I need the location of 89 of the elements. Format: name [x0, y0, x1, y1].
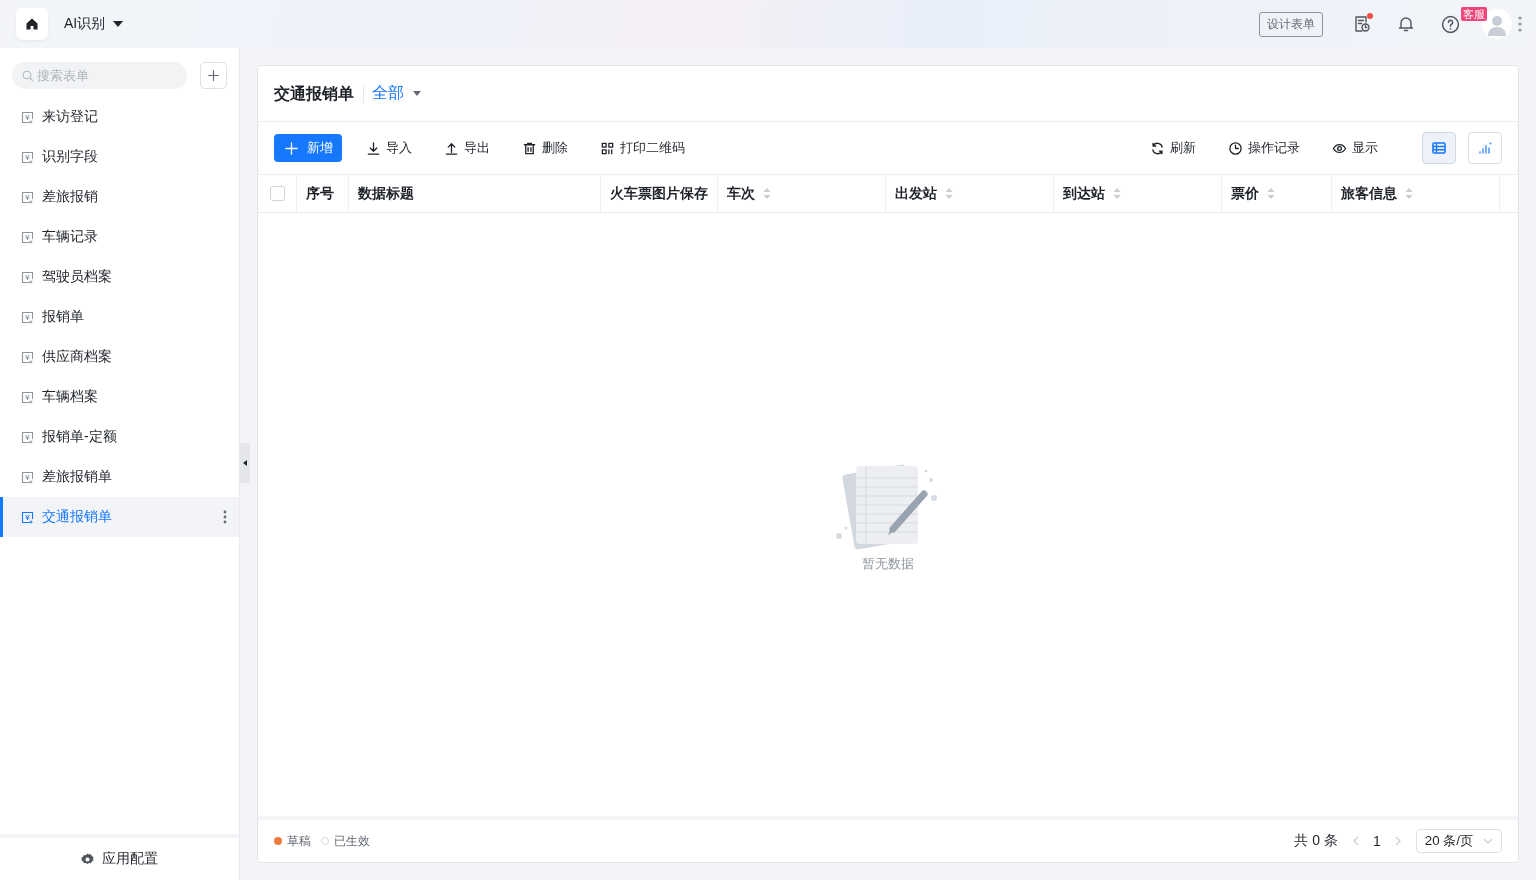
more-icon[interactable]: [223, 510, 227, 524]
sort-icon: [1267, 188, 1275, 199]
caret-icon: [113, 21, 124, 27]
sidebar-item[interactable]: 来访登记: [0, 97, 239, 137]
column-header: 序号: [297, 175, 349, 212]
app-settings-label: 应用配置: [102, 850, 158, 868]
home-button[interactable]: [16, 8, 48, 40]
more-icon[interactable]: [1518, 16, 1522, 32]
refresh-icon: [1150, 140, 1165, 156]
column-header[interactable]: 到达站: [1054, 175, 1222, 212]
sort-icon: [1113, 188, 1121, 199]
task-button[interactable]: [1353, 15, 1371, 33]
sidebar-item[interactable]: 差旅报销单: [0, 457, 239, 497]
history-button[interactable]: 操作记录: [1228, 134, 1300, 162]
empty-state-text: 暂无数据: [862, 555, 914, 573]
design-form-button[interactable]: 设计表单: [1259, 11, 1323, 37]
search-icon: [22, 70, 34, 82]
qr-code-icon: [600, 140, 615, 156]
sidebar-item[interactable]: 报销单: [0, 297, 239, 337]
bell-icon: [1397, 15, 1415, 33]
chevron-right-icon: [1394, 836, 1402, 846]
column-header[interactable]: 车次: [718, 175, 886, 212]
bar-chart-icon: [1477, 140, 1493, 156]
sidebar-item[interactable]: 交通报销单: [0, 497, 239, 537]
chevron-down-icon: [1483, 838, 1493, 844]
page-size-select[interactable]: 20 条/页: [1415, 829, 1502, 853]
status-label: 已生效: [334, 832, 370, 850]
upload-icon: [444, 140, 459, 156]
add-button[interactable]: 新增: [274, 134, 342, 162]
export-button[interactable]: 导出: [444, 134, 490, 162]
sidebar-item[interactable]: 驾驶员档案: [0, 257, 239, 297]
total-count: 共 0 条: [1294, 832, 1338, 850]
form-icon: [21, 430, 34, 444]
app-switcher[interactable]: AI识别: [64, 15, 124, 33]
help-icon: [1441, 14, 1460, 34]
import-button[interactable]: 导入: [366, 134, 412, 162]
document-clock-icon: [1353, 15, 1371, 33]
column-header: 数据标题: [349, 175, 601, 212]
current-page[interactable]: 1: [1372, 833, 1381, 849]
form-icon: [21, 350, 34, 364]
home-icon: [25, 17, 39, 31]
form-icon: [21, 390, 34, 404]
add-form-button[interactable]: [200, 62, 227, 89]
sort-icon: [763, 188, 771, 199]
status-label: 草稿: [287, 832, 311, 850]
sidebar-item[interactable]: 差旅报销: [0, 177, 239, 217]
column-header[interactable]: 旅客信息: [1332, 175, 1500, 212]
form-icon: [21, 150, 34, 164]
download-icon: [366, 140, 381, 156]
sort-icon: [1405, 188, 1413, 199]
clock-icon: [1228, 140, 1243, 156]
column-header: 火车票图片保存: [601, 175, 718, 212]
view-button[interactable]: 显示: [1332, 134, 1378, 162]
form-icon: [21, 230, 34, 244]
plus-icon: [284, 140, 299, 156]
delete-button[interactable]: 删除: [522, 134, 568, 162]
filter-dropdown[interactable]: 全部: [372, 83, 421, 104]
trash-icon: [522, 140, 537, 156]
form-icon: [21, 470, 34, 484]
sort-icon: [945, 188, 953, 199]
sidebar-item[interactable]: 供应商档案: [0, 337, 239, 377]
sidebar-item[interactable]: 车辆记录: [0, 217, 239, 257]
column-header[interactable]: 票价: [1222, 175, 1332, 212]
form-icon: [21, 270, 34, 284]
app-settings-button[interactable]: 应用配置: [0, 834, 239, 880]
qrcode-button[interactable]: 打印二维码: [600, 134, 685, 162]
form-title: 交通报销单: [274, 84, 364, 103]
search-field[interactable]: 搜索表单: [12, 62, 187, 89]
table-icon: [1431, 140, 1447, 156]
gear-icon: [81, 852, 94, 866]
form-icon: [21, 310, 34, 324]
sidebar-item[interactable]: 报销单-定额: [0, 417, 239, 457]
form-icon: [21, 510, 34, 524]
form-icon: [21, 190, 34, 204]
select-all-checkbox[interactable]: [269, 186, 285, 201]
refresh-button[interactable]: 刷新: [1150, 134, 1196, 162]
plus-icon: [207, 69, 220, 82]
sidebar-item[interactable]: 车辆档案: [0, 377, 239, 417]
caret-icon: [413, 91, 421, 96]
support-badge[interactable]: 客服: [1461, 6, 1487, 21]
caret-left-icon: [243, 460, 247, 466]
table-view-button[interactable]: [1422, 132, 1456, 164]
notification-button[interactable]: [1397, 15, 1415, 33]
chevron-left-icon: [1351, 836, 1359, 846]
help-button[interactable]: [1441, 14, 1460, 34]
sidebar-item[interactable]: 识别字段: [0, 137, 239, 177]
column-header[interactable]: 出发站: [886, 175, 1054, 212]
collapse-handle[interactable]: [240, 443, 250, 483]
form-icon: [21, 110, 34, 124]
